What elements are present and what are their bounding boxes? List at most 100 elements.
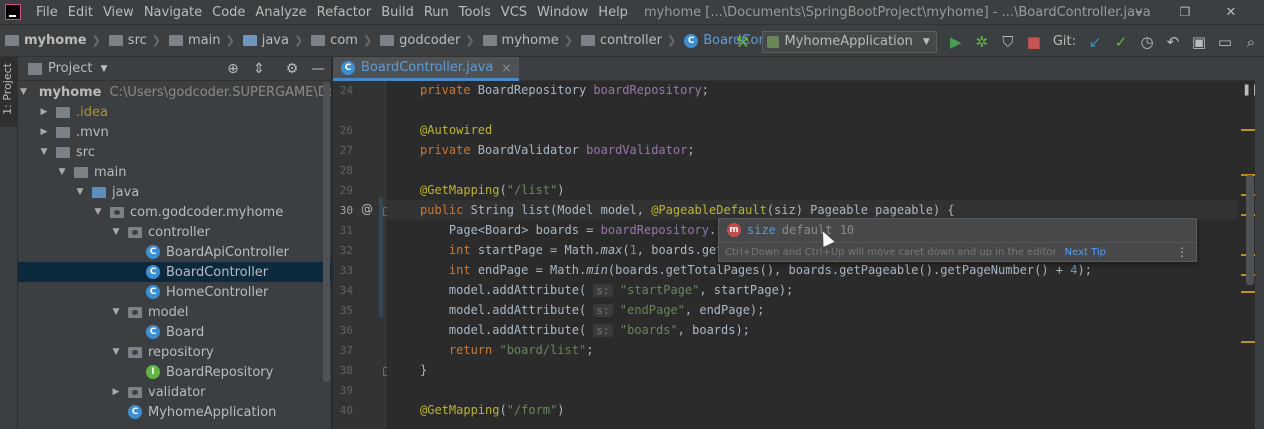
tree-node-idea[interactable]: ▶ .idea	[18, 102, 331, 122]
hammer-icon[interactable]: ⚒	[730, 29, 756, 55]
line-number: 27	[339, 144, 353, 157]
line-number: 31	[339, 224, 353, 237]
project-structure-icon[interactable]: ▣	[1186, 29, 1212, 55]
tree-node-homecontroller[interactable]: C HomeController	[18, 282, 331, 302]
tree-node-java[interactable]: ▼ java	[18, 182, 331, 202]
breadcrumb-main[interactable]: main ❯	[161, 33, 235, 48]
project-scrollbar[interactable]	[323, 82, 330, 382]
collapse-all-icon[interactable]: ⇕	[249, 59, 269, 79]
warning-marker[interactable]	[1241, 129, 1255, 131]
tab-boardcontroller[interactable]: C BoardController.java ×	[333, 57, 520, 81]
tree-node-boardrepository[interactable]: I BoardRepository	[18, 362, 331, 382]
class-icon: C	[341, 60, 355, 75]
tree-node-mvn[interactable]: ▶ .mvn	[18, 122, 331, 142]
tree-node-validator[interactable]: ▶ validator	[18, 382, 331, 402]
close-window-button[interactable]: ✕	[1208, 0, 1254, 24]
project-view-icon	[28, 62, 42, 75]
chevron-down-icon[interactable]: ▼	[100, 64, 107, 74]
tree-node-main[interactable]: ▼ main	[18, 162, 331, 182]
terminal-icon[interactable]: ▭	[1212, 29, 1238, 55]
breadcrumb-godcoder[interactable]: godcoder ❯	[372, 33, 475, 48]
locate-file-icon[interactable]: ⊕	[223, 59, 243, 79]
breadcrumb-src[interactable]: src ❯	[101, 33, 161, 48]
breadcrumb-com[interactable]: com ❯	[303, 33, 372, 48]
menu-navigate[interactable]: Navigate	[140, 5, 208, 20]
menu-code[interactable]: Code	[208, 5, 251, 20]
gear-icon[interactable]: ⚙	[282, 59, 302, 79]
tree-node-label: BoardController	[166, 264, 269, 280]
tree-node-board[interactable]: C Board	[18, 322, 331, 342]
request-mapping-gutter-icon[interactable]: @	[361, 202, 373, 216]
collapsed-arrow-icon[interactable]: ▶	[38, 107, 50, 117]
warning-marker[interactable]	[1241, 291, 1255, 293]
expand-arrow-icon[interactable]: ▼	[56, 167, 68, 177]
minimize-button[interactable]: –	[1116, 0, 1162, 24]
package-icon	[580, 35, 595, 46]
expand-arrow-icon[interactable]: ▼	[110, 347, 122, 357]
breadcrumb-label: godcoder	[399, 33, 461, 48]
folder-icon	[169, 35, 183, 46]
restore-button[interactable]: ❐	[1162, 0, 1208, 24]
tree-node-controller[interactable]: ▼ controller	[18, 222, 331, 242]
project-tool-button[interactable]: 1: Project	[0, 57, 18, 127]
code-line: model.addAttribute( s: "boards", boards)…	[420, 323, 750, 337]
menu-edit[interactable]: Edit	[64, 5, 99, 20]
tree-node-src[interactable]: ▼ src	[18, 142, 331, 162]
tree-node-model[interactable]: ▼ model	[18, 302, 331, 322]
hide-panel-icon[interactable]: —	[308, 59, 328, 79]
completion-item-size[interactable]: m size default 10	[719, 219, 1196, 241]
menu-vcs[interactable]: VCS	[497, 5, 533, 20]
breadcrumb-controller[interactable]: controller ❯	[573, 33, 676, 48]
line-number: 29	[339, 184, 353, 197]
source-folder-icon	[242, 35, 257, 46]
menu-help[interactable]: Help	[594, 5, 634, 20]
menu-window[interactable]: Window	[533, 5, 594, 20]
search-icon[interactable]: ⌕	[1238, 29, 1264, 55]
expand-arrow-icon[interactable]: ▼	[20, 87, 27, 97]
git-update-icon[interactable]: ↙	[1082, 29, 1108, 55]
coverage-icon[interactable]: ⛉	[995, 29, 1021, 55]
tree-node-boardcontroller[interactable]: C BoardController	[18, 262, 331, 282]
breadcrumb-label: myhome	[24, 33, 87, 48]
tree-root[interactable]: ▼ myhome C:\Users\godcoder.SUPERGAME\Doc	[18, 82, 331, 102]
tree-node-label: .mvn	[76, 124, 109, 140]
git-commit-icon[interactable]: ✓	[1108, 29, 1134, 55]
menu-analyze[interactable]: Analyze	[251, 5, 312, 20]
close-tab-icon[interactable]: ×	[501, 61, 511, 75]
run-configuration-select[interactable]: MyhomeApplication ▼	[761, 30, 937, 53]
more-options-icon[interactable]: ⋮	[1176, 245, 1188, 259]
breadcrumb-myhome-package[interactable]: myhome ❯	[475, 33, 573, 48]
project-panel-title[interactable]: Project	[48, 61, 92, 76]
expand-arrow-icon[interactable]: ▼	[74, 187, 86, 197]
breadcrumb-myhome[interactable]: myhome ❯	[0, 33, 101, 48]
menu-view[interactable]: View	[99, 5, 140, 20]
menu-tools[interactable]: Tools	[455, 5, 497, 20]
tree-node-repository[interactable]: ▼ repository	[18, 342, 331, 362]
menu-file[interactable]: File	[32, 5, 64, 20]
tree-node-myhomeapplication[interactable]: C MyhomeApplication	[18, 402, 331, 422]
menu-refactor[interactable]: Refactor	[313, 5, 378, 20]
expand-arrow-icon[interactable]: ▼	[110, 227, 122, 237]
debug-icon[interactable]: ✲	[969, 29, 995, 55]
tree-node-boardapicontroller[interactable]: C BoardApiController	[18, 242, 331, 262]
run-icon[interactable]: ▶	[943, 29, 969, 55]
completion-tip-text: Ctrl+Down and Ctrl+Up will move caret do…	[725, 246, 1057, 258]
expand-arrow-icon[interactable]: ▼	[110, 307, 122, 317]
source-folder-icon	[92, 186, 106, 198]
collapsed-arrow-icon[interactable]: ▶	[110, 387, 122, 397]
next-tip-link[interactable]: Next Tip	[1065, 247, 1106, 258]
editor-scrollbar[interactable]	[1246, 175, 1254, 285]
menu-run[interactable]: Run	[420, 5, 455, 20]
expand-arrow-icon[interactable]: ▼	[38, 147, 50, 157]
collapsed-arrow-icon[interactable]: ▶	[38, 127, 50, 137]
breadcrumb-java[interactable]: java ❯	[235, 33, 303, 48]
expand-arrow-icon[interactable]: ▼	[92, 207, 104, 217]
warning-marker[interactable]	[1241, 341, 1255, 343]
history-icon[interactable]: ◷	[1134, 29, 1160, 55]
code-line: public String list(Model model, @Pageabl…	[420, 203, 955, 217]
rollback-icon[interactable]: ↶	[1160, 29, 1186, 55]
tree-node-package-root[interactable]: ▼ com.godcoder.myhome	[18, 202, 331, 222]
menu-build[interactable]: Build	[377, 5, 420, 20]
stop-icon[interactable]: ■	[1021, 29, 1047, 55]
line-number: 32	[339, 244, 353, 257]
